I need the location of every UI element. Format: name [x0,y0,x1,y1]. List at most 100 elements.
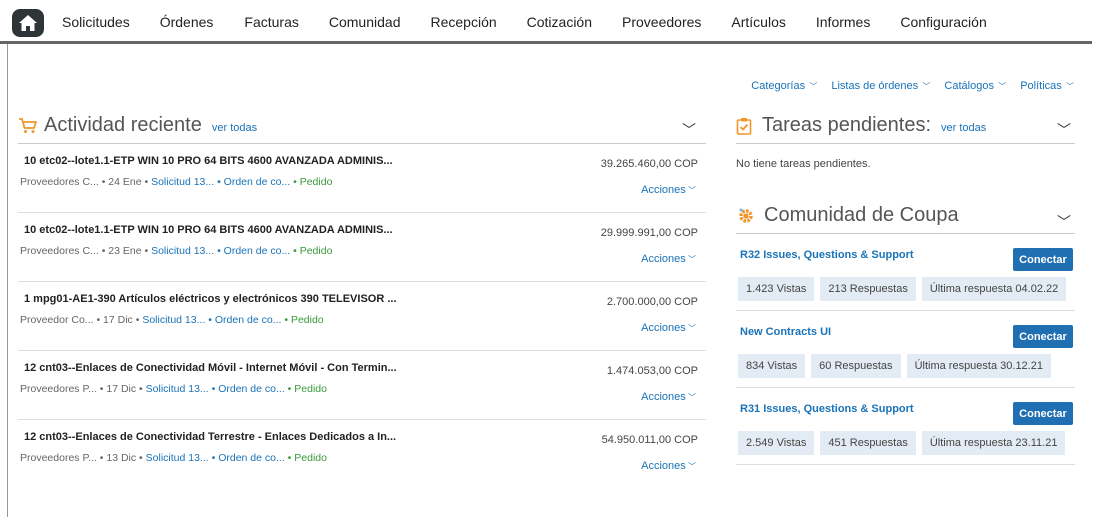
activity-meta: Proveedores P... • 13 Dic • Solicitud 13… [20,452,327,464]
connect-button[interactable]: Conectar [1013,325,1073,348]
collapse-chevron-icon[interactable]: ﹀ [682,120,696,140]
no-tasks-message: No tiene tareas pendientes. [736,158,871,170]
gear-icon [739,208,753,223]
order-link[interactable]: • Orden de co... [212,452,285,464]
recent-activity-header: Actividad reciente ver todas ﹀ [18,114,706,144]
activity-meta: Proveedores C... • 23 Ene • Solicitud 13… [20,245,333,257]
chevron-down-icon: ﹀ [685,462,696,471]
nav-item-articulos[interactable]: Artículos [731,14,785,30]
activity-meta: Proveedores P... • 17 Dic • Solicitud 13… [20,383,327,395]
pending-tasks-see-all-link[interactable]: ver todas [941,122,986,134]
recent-activity-panel: Actividad reciente ver todas ﹀ 10 etc02-… [18,114,706,489]
activity-description[interactable]: 10 etc02--lote1.1-ETP WIN 10 PRO 64 BITS… [24,155,393,167]
status-label: • Pedido [293,176,333,188]
community-topic: R31 Issues, Questions & Support Conectar… [736,388,1075,465]
actions-dropdown[interactable]: Acciones ﹀ [641,184,696,196]
nav-item-configuracion[interactable]: Configuración [900,14,986,30]
requisition-link[interactable]: Solicitud 13... [151,245,214,257]
chevron-down-icon: ﹀ [685,324,696,333]
chevron-down-icon: ﹀ [920,82,931,91]
status-label: • Pedido [293,245,333,257]
content-left-border [7,44,8,517]
answers-count: 60 Respuestas [811,354,901,378]
activity-row: 10 etc02--lote1.1-ETP WIN 10 PRO 64 BITS… [18,144,706,213]
requisition-link[interactable]: Solicitud 13... [146,383,209,395]
activity-row: 12 cnt03--Enlaces de Conectividad Terres… [18,420,706,489]
activity-description[interactable]: 12 cnt03--Enlaces de Conectividad Móvil … [24,362,397,374]
sublink-catalogos[interactable]: Catálogos ﹀ [944,80,1006,92]
collapse-chevron-icon[interactable]: ﹀ [1057,212,1071,232]
requisition-link[interactable]: Solicitud 13... [146,452,209,464]
connect-button[interactable]: Conectar [1013,402,1073,425]
nav-item-recepcion[interactable]: Recepción [430,14,496,30]
nav-item-ordenes[interactable]: Órdenes [160,14,214,30]
activity-description[interactable]: 1 mpg01-AE1-390 Artículos eléctricos y e… [24,293,397,305]
nav-item-informes[interactable]: Informes [816,14,870,30]
sublink-politicas[interactable]: Políticas ﹀ [1020,80,1074,92]
status-label: • Pedido [287,452,327,464]
activity-row: 10 etc02--lote1.1-ETP WIN 10 PRO 64 BITS… [18,213,706,282]
actions-dropdown[interactable]: Acciones ﹀ [641,322,696,334]
clipboard-check-icon [736,117,752,135]
nav-item-proveedores[interactable]: Proveedores [622,14,701,30]
activity-amount: 29.999.991,00 COP [600,227,698,239]
status-label: • Pedido [287,383,327,395]
last-answer-date: Última respuesta 30.12.21 [906,354,1051,378]
activity-amount: 54.950.011,00 COP [601,434,698,446]
chevron-down-icon: ﹀ [995,82,1007,91]
actions-dropdown[interactable]: Acciones ﹀ [641,460,696,472]
community-title: Comunidad de Coupa [764,204,959,226]
nav-item-facturas[interactable]: Facturas [244,14,298,30]
activity-description[interactable]: 10 etc02--lote1.1-ETP WIN 10 PRO 64 BITS… [24,224,393,236]
nav-item-solicitudes[interactable]: Solicitudes [62,14,130,30]
coupa-community-panel: Comunidad de Coupa ﹀ R32 Issues, Questio… [736,204,1075,465]
community-topic-link[interactable]: R31 Issues, Questions & Support [740,403,914,415]
recent-activity-title: Actividad reciente [44,114,202,136]
top-navigation: Solicitudes Órdenes Facturas Comunidad R… [0,0,1092,44]
recent-activity-see-all-link[interactable]: ver todas [212,122,257,134]
last-answer-date: Última respuesta 23.11.21 [921,431,1066,455]
sublink-categorias[interactable]: Categorías ﹀ [751,80,817,92]
shopping-cart-icon [19,118,37,133]
community-topic: R32 Issues, Questions & Support Conectar… [736,234,1075,311]
community-topic-link[interactable]: R32 Issues, Questions & Support [740,249,914,261]
sublink-listas-ordenes[interactable]: Listas de órdenes ﹀ [831,80,930,92]
secondary-links: Categorías ﹀ Listas de órdenes ﹀ Catálog… [751,80,1074,92]
requisition-link[interactable]: Solicitud 13... [142,314,205,326]
activity-description[interactable]: 12 cnt03--Enlaces de Conectividad Terres… [24,431,396,443]
community-topic: New Contracts UI Conectar 834 Vistas 60 … [736,311,1075,388]
home-button[interactable] [12,9,44,37]
activity-amount: 1.474.053,00 COP [606,365,698,377]
connect-button[interactable]: Conectar [1013,248,1073,271]
nav-item-comunidad[interactable]: Comunidad [329,14,401,30]
community-header: Comunidad de Coupa ﹀ [736,204,1075,234]
nav-item-cotizacion[interactable]: Cotización [527,14,592,30]
chevron-down-icon: ﹀ [685,186,696,195]
answers-count: 451 Respuestas [820,431,916,455]
order-link[interactable]: • Orden de co... [217,176,290,188]
order-link[interactable]: • Orden de co... [212,383,285,395]
pending-tasks-panel: Tareas pendientes: ver todas ﹀ No tiene … [736,114,1075,170]
pending-tasks-header: Tareas pendientes: ver todas ﹀ [736,114,1075,144]
collapse-chevron-icon[interactable]: ﹀ [1057,120,1071,140]
activity-row: 12 cnt03--Enlaces de Conectividad Móvil … [18,351,706,420]
activity-amount: 2.700.000,00 COP [606,296,698,308]
activity-amount: 39.265.460,00 COP [600,158,698,170]
last-answer-date: Última respuesta 04.02.22 [921,277,1067,301]
community-topic-link[interactable]: New Contracts UI [740,326,831,338]
requisition-link[interactable]: Solicitud 13... [151,176,214,188]
views-count: 1.423 Vistas [738,277,815,301]
activity-meta: Proveedor Co... • 17 Dic • Solicitud 13.… [20,314,324,326]
chevron-down-icon: ﹀ [1063,82,1074,91]
order-link[interactable]: • Orden de co... [208,314,281,326]
actions-dropdown[interactable]: Acciones ﹀ [641,253,696,265]
order-link[interactable]: • Orden de co... [217,245,290,257]
views-count: 2.549 Vistas [738,431,815,455]
status-label: • Pedido [284,314,324,326]
pending-tasks-title: Tareas pendientes: [762,114,932,136]
actions-dropdown[interactable]: Acciones ﹀ [641,391,696,403]
chevron-down-icon: ﹀ [685,393,696,402]
activity-row: 1 mpg01-AE1-390 Artículos eléctricos y e… [18,282,706,351]
answers-count: 213 Respuestas [820,277,916,301]
chevron-down-icon: ﹀ [807,82,818,91]
